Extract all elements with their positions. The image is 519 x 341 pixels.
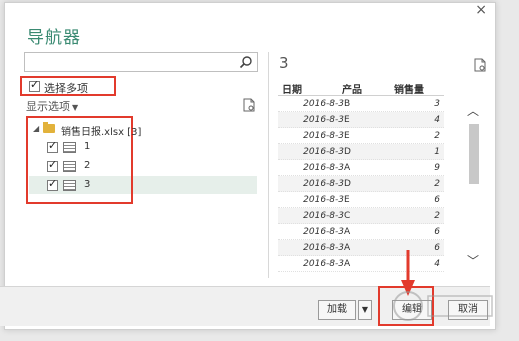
table-cell: A xyxy=(344,163,351,173)
chevron-down-icon: ▼ xyxy=(72,103,79,112)
table-cell: 2 xyxy=(434,211,440,221)
red-arrow-annotation xyxy=(401,250,415,296)
refresh-page-icon[interactable] xyxy=(243,98,255,112)
panel-divider[interactable] xyxy=(268,52,269,278)
expand-icon[interactable]: ◢ xyxy=(33,124,39,133)
column-header[interactable]: 日期 xyxy=(282,81,302,96)
table-row: 2016-8-3 A 9 xyxy=(278,160,444,176)
table-cell: 2016-8-3 xyxy=(303,99,344,109)
preview-title: 3 xyxy=(279,54,289,72)
multi-select-option[interactable]: 选择多项 xyxy=(20,76,116,96)
tree-item-sheet[interactable]: 3 xyxy=(47,177,107,195)
table-row: 2016-8-3 D 2 xyxy=(278,176,444,192)
sheet-checkbox[interactable] xyxy=(47,158,58,172)
table-cell: 2 xyxy=(434,179,440,189)
table-cell: 2 xyxy=(434,131,440,141)
preview-table: 日期 产品 销售量 2016-8-3 B 3 2016-8-3 E 4 2016-8-3 E 2… xyxy=(278,78,444,272)
load-button[interactable]: 加载 xyxy=(318,300,356,320)
table-row: 2016-8-3 A 4 xyxy=(278,256,444,272)
sheet-checkbox[interactable] xyxy=(47,139,58,153)
table-cell: 2016-8-3 xyxy=(303,163,344,173)
table-cell: 3 xyxy=(434,99,440,109)
table-cell: A xyxy=(344,243,351,253)
table-icon xyxy=(63,142,76,153)
sheet-name: 2 xyxy=(84,160,91,171)
table-cell: 1 xyxy=(434,147,440,157)
table-cell: 6 xyxy=(434,227,440,237)
table-row: 2016-8-3 E 4 xyxy=(278,112,444,128)
table-row: 2016-8-3 B 3 xyxy=(278,96,444,112)
table-row: 2016-8-3 A 6 xyxy=(278,240,444,256)
folder-icon xyxy=(43,122,55,133)
table-cell: A xyxy=(344,227,351,237)
tree-item-sheet[interactable]: 1 xyxy=(47,139,107,157)
scroll-down-icon[interactable]: ﹀ xyxy=(467,252,479,269)
display-options-dropdown[interactable]: 显示选项 ▼ xyxy=(26,98,78,114)
table-cell: 2016-8-3 xyxy=(303,131,344,141)
cancel-button[interactable]: 取消 xyxy=(448,300,488,320)
table-icon xyxy=(63,180,76,191)
table-body: 2016-8-3 B 3 2016-8-3 E 4 2016-8-3 E 2 2016-8-3 D 1… xyxy=(278,96,444,272)
table-row: 2016-8-3 E 2 xyxy=(278,128,444,144)
table-cell: 4 xyxy=(434,115,440,125)
table-cell: E xyxy=(344,131,350,141)
vertical-scrollbar[interactable]: ︿ ﹀ xyxy=(465,100,483,276)
table-cell: 2016-8-3 xyxy=(303,195,344,205)
table-cell: 2016-8-3 xyxy=(303,211,344,221)
scroll-thumb[interactable] xyxy=(469,124,479,184)
table-cell: E xyxy=(344,195,350,205)
table-row: 2016-8-3 D 1 xyxy=(278,144,444,160)
dialog-title: 导航器 xyxy=(27,28,81,48)
table-cell: 2016-8-3 xyxy=(303,115,344,125)
multi-select-checkbox[interactable] xyxy=(29,78,40,92)
table-cell: D xyxy=(344,147,351,157)
workbook-name: 销售日报.xlsx [3] xyxy=(61,127,142,138)
table-cell: 9 xyxy=(434,163,440,173)
table-cell: B xyxy=(344,99,351,109)
table-cell: 2016-8-3 xyxy=(303,179,344,189)
table-cell: 2016-8-3 xyxy=(303,147,344,157)
multi-select-label: 选择多项 xyxy=(44,82,88,95)
table-cell: 2016-8-3 xyxy=(303,227,344,237)
sheet-name: 1 xyxy=(84,141,91,152)
scroll-up-icon[interactable]: ︿ xyxy=(467,102,479,119)
table-header: 日期 产品 销售量 xyxy=(278,78,444,96)
column-header[interactable]: 产品 xyxy=(342,81,362,96)
table-cell: A xyxy=(344,259,351,269)
table-cell: 2016-8-3 xyxy=(303,243,344,253)
table-row: 2016-8-3 E 6 xyxy=(278,192,444,208)
table-cell: 2016-8-3 xyxy=(303,259,344,269)
close-icon[interactable]: × xyxy=(475,3,487,17)
display-options-label: 显示选项 xyxy=(26,100,70,113)
load-dropdown-button[interactable]: ▼ xyxy=(358,300,372,320)
table-cell: 6 xyxy=(434,195,440,205)
preview-page-icon[interactable] xyxy=(474,58,486,72)
table-cell: D xyxy=(344,179,351,189)
table-icon xyxy=(63,161,76,172)
table-row: 2016-8-3 A 6 xyxy=(278,224,444,240)
tree-item-sheet[interactable]: 2 xyxy=(47,158,107,176)
table-row: 2016-8-3 C 2 xyxy=(278,208,444,224)
search-icon[interactable] xyxy=(239,55,253,69)
sheet-checkbox[interactable] xyxy=(47,177,58,191)
search-input[interactable] xyxy=(24,52,258,72)
column-header[interactable]: 销售量 xyxy=(394,81,424,96)
table-cell: E xyxy=(344,115,350,125)
table-cell: C xyxy=(344,211,351,221)
sheet-name: 3 xyxy=(84,179,91,190)
